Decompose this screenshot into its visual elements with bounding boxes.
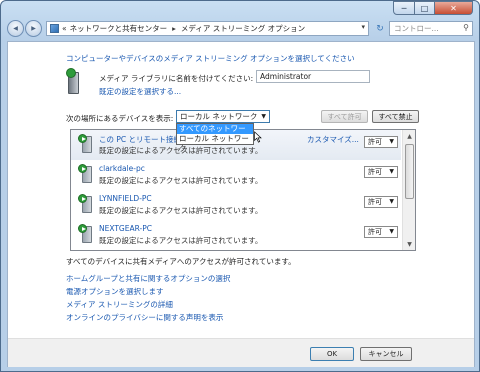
permission-value: 許可 <box>368 228 382 236</box>
breadcrumb-separator[interactable]: ▸ <box>172 24 176 33</box>
privacy-statement-link[interactable]: オンラインのプライバシーに関する声明を表示 <box>66 312 223 323</box>
forward-arrow-icon: ▶ <box>31 25 36 32</box>
status-text: すべてのデバイスに共有メディアへのアクセスが許可されています。 <box>66 257 296 266</box>
media-library-icon <box>66 68 92 98</box>
media-device-icon <box>78 224 92 244</box>
chevron-down-icon: ▼ <box>261 113 266 120</box>
back-arrow-icon: ◀ <box>13 25 18 32</box>
media-device-icon <box>78 164 92 184</box>
permission-select[interactable]: 許可 ▼ <box>364 196 398 208</box>
permission-select[interactable]: 許可 ▼ <box>364 166 398 178</box>
page-heading: コンピューターやデバイスのメディア ストリーミング オプションを選択してください <box>66 54 355 63</box>
chevron-down-icon: ▼ <box>389 168 394 175</box>
permission-value: 許可 <box>368 168 382 176</box>
breadcrumb-network-center[interactable]: ネットワークと共有センター <box>70 23 168 34</box>
chevron-down-icon: ▼ <box>389 198 394 205</box>
default-settings-link[interactable]: 既定の設定を選択する... <box>99 86 181 97</box>
breadcrumb-overflow[interactable]: « <box>62 24 67 33</box>
search-input[interactable]: コントロー... ⚲ <box>389 21 473 36</box>
device-name[interactable]: NEXTGEAR-PC <box>99 224 152 233</box>
caption-buttons: ─ □ ✕ <box>393 1 473 15</box>
power-options-link[interactable]: 電源オプションを選択します <box>66 286 164 297</box>
button-bar: OK キャンセル <box>8 338 474 367</box>
chevron-down-icon: ▼ <box>389 228 394 235</box>
back-button[interactable]: ◀ <box>7 20 24 37</box>
maximize-button[interactable]: □ <box>415 1 435 15</box>
device-row[interactable]: NEXTGEAR-PC 既定の設定によるアクセスは許可されています。 許可 ▼ <box>71 220 401 250</box>
media-device-icon <box>78 194 92 214</box>
chevron-down-icon: ▼ <box>389 138 394 145</box>
window: ─ □ ✕ ◀ ▶ « ネットワークと共有センター ▸ メディア ストリーミング… <box>0 0 480 372</box>
media-device-icon <box>78 134 92 154</box>
permission-select[interactable]: 許可 ▼ <box>364 136 398 148</box>
minimize-button[interactable]: ─ <box>393 1 415 15</box>
permission-value: 許可 <box>368 138 382 146</box>
allow-all-button[interactable]: すべて許可 <box>321 110 368 123</box>
device-row[interactable]: LYNNFIELD-PC 既定の設定によるアクセスは許可されています。 許可 ▼ <box>71 190 401 220</box>
address-bar[interactable]: « ネットワークと共有センター ▸ メディア ストリーミング オプション ▾ <box>46 21 369 36</box>
breadcrumb-media-streaming[interactable]: メディア ストリーミング オプション <box>181 23 305 34</box>
device-status: 既定の設定によるアクセスは許可されています。 <box>99 236 263 245</box>
mouse-cursor-icon <box>254 131 262 143</box>
scroll-down-icon[interactable]: ▼ <box>403 238 415 250</box>
homegroup-options-link[interactable]: ホームグループと共有に関するオプションの選択 <box>66 273 230 284</box>
search-icon[interactable]: ⚲ <box>463 23 469 32</box>
library-name-label: メディア ライブラリに名前を付けてください: <box>99 74 254 83</box>
block-all-button[interactable]: すべて禁止 <box>372 110 419 123</box>
permission-value: 許可 <box>368 198 382 206</box>
address-dropdown-icon[interactable]: ▾ <box>361 23 365 31</box>
navigation-toolbar: ◀ ▶ « ネットワークと共有センター ▸ メディア ストリーミング オプション… <box>1 17 479 39</box>
scroll-thumb[interactable] <box>405 144 414 199</box>
library-name-input[interactable]: Administrator <box>256 70 370 83</box>
device-list-scrollbar[interactable]: ▲ ▼ <box>402 130 415 250</box>
permission-select[interactable]: 許可 ▼ <box>364 226 398 238</box>
location-option[interactable]: すべてのネットワーク <box>177 124 253 143</box>
location-select[interactable]: ローカル ネットワーク ▼ <box>176 110 270 123</box>
device-list: この PC とリモート接続 既定の設定によるアクセスは許可されています。 カスタ… <box>70 129 416 251</box>
location-option[interactable]: ローカル ネットワーク <box>177 134 253 153</box>
media-streaming-details-link[interactable]: メディア ストリーミングの詳細 <box>66 299 173 310</box>
location-select-value: ローカル ネットワーク <box>180 112 258 121</box>
forward-button[interactable]: ▶ <box>25 20 42 37</box>
content-pane: コンピューターやデバイスのメディア ストリーミング オプションを選択してください… <box>7 41 475 367</box>
refresh-icon[interactable]: ↻ <box>373 21 387 36</box>
device-status: 既定の設定によるアクセスは許可されています。 <box>99 206 263 215</box>
search-placeholder: コントロー... <box>394 24 439 33</box>
device-name[interactable]: clarkdale-pc <box>99 164 145 173</box>
device-name[interactable]: LYNNFIELD-PC <box>99 194 152 203</box>
customize-link[interactable]: カスタマイズ... <box>307 134 359 145</box>
ok-button[interactable]: OK <box>310 347 354 361</box>
device-name[interactable]: この PC とリモート接続 <box>99 134 181 145</box>
show-devices-label: 次の場所にあるデバイスを表示: <box>66 114 174 123</box>
control-panel-icon <box>50 24 59 33</box>
cancel-button[interactable]: キャンセル <box>360 347 412 361</box>
device-status: 既定の設定によるアクセスは許可されています。 <box>99 176 263 185</box>
close-button[interactable]: ✕ <box>435 1 473 15</box>
location-dropdown-list: すべてのネットワーク ローカル ネットワーク <box>176 123 254 153</box>
device-row[interactable]: clarkdale-pc 既定の設定によるアクセスは許可されています。 許可 ▼ <box>71 160 401 190</box>
scroll-up-icon[interactable]: ▲ <box>403 130 415 142</box>
